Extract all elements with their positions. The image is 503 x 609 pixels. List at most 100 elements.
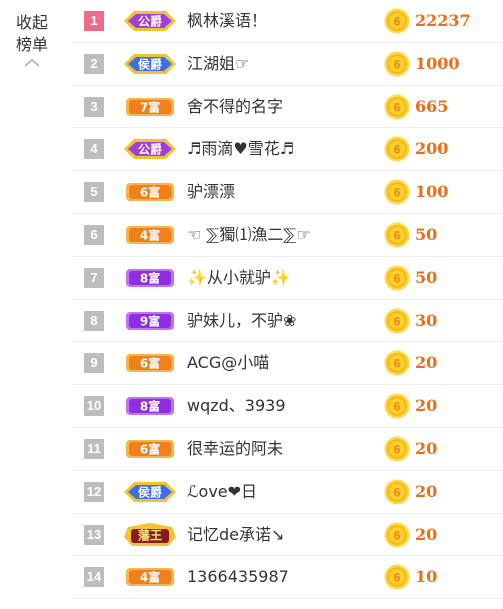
- ranking-row[interactable]: 9 6富 ACG@小喵 6 20: [72, 342, 503, 386]
- badge-text: 6富: [140, 441, 160, 456]
- level-badge: 4富: [122, 565, 178, 589]
- level-badge: 公爵: [122, 9, 178, 33]
- ranking-row[interactable]: 1 公爵 枫林溪语！ 6 22237: [72, 0, 503, 43]
- contribution-amount: 665: [415, 96, 449, 116]
- user-name[interactable]: ♬雨滴♥雪花♬: [187, 128, 294, 170]
- level-badge: 9富: [122, 309, 178, 333]
- svg-text:6: 6: [394, 186, 401, 200]
- ranking-row[interactable]: 6 4富 ☜ ⅀獨⑴漁二⅀☞ 6 50: [72, 214, 503, 257]
- contribution-amount: 20: [415, 438, 438, 458]
- ranking-row[interactable]: 3 7富 舍不得的名字 6 665: [72, 86, 503, 129]
- svg-text:6: 6: [394, 528, 401, 542]
- level-badge: 藩王: [122, 522, 178, 547]
- level-badge: 侯爵: [122, 52, 178, 76]
- badge-text: 侯爵: [138, 484, 162, 499]
- badge-text: 8富: [140, 399, 160, 414]
- coin-icon: 6: [384, 308, 410, 334]
- coin-icon: 6: [384, 479, 410, 505]
- coin-icon: 6: [384, 265, 410, 291]
- user-name[interactable]: 记忆de承诺↘: [187, 514, 284, 556]
- rank-number: 10: [84, 396, 104, 417]
- coin-icon: 6: [384, 350, 410, 376]
- badge-text: 公爵: [138, 14, 162, 29]
- level-badge: 6富: [122, 437, 178, 461]
- svg-text:6: 6: [394, 271, 401, 285]
- coin-icon: 6: [384, 564, 410, 590]
- coin-icon: 6: [384, 51, 410, 77]
- rank-number: 1: [84, 11, 104, 31]
- ranking-row[interactable]: 4 公爵 ♬雨滴♥雪花♬ 6 200: [72, 128, 503, 172]
- svg-text:6: 6: [394, 357, 401, 371]
- level-badge: 6富: [122, 351, 178, 375]
- contribution-amount: 30: [415, 310, 438, 330]
- rank-number: 13: [84, 524, 104, 545]
- user-name[interactable]: 很幸运的阿未: [187, 428, 283, 470]
- svg-text:6: 6: [394, 485, 401, 499]
- svg-text:6: 6: [394, 143, 401, 157]
- ranking-row[interactable]: 13 藩王 记忆de承诺↘ 6 20: [72, 514, 503, 557]
- rank-number: 4: [84, 139, 104, 160]
- user-name[interactable]: 江湖姐☞: [187, 43, 249, 85]
- contribution-amount: 50: [415, 224, 438, 244]
- coin-icon: 6: [384, 222, 410, 248]
- rank-number: 9: [84, 353, 104, 374]
- contribution-amount: 1000: [415, 53, 460, 73]
- user-name[interactable]: ✨从小就驴✨: [187, 257, 291, 299]
- user-name[interactable]: 驴妹儿，不驴❀: [187, 300, 296, 342]
- ranking-row[interactable]: 5 6富 驴漂漂 6 100: [72, 171, 503, 214]
- level-badge: 公爵: [122, 137, 178, 161]
- chevron-up-icon: [24, 58, 40, 67]
- coin-icon: 6: [384, 8, 410, 34]
- user-name[interactable]: 枫林溪语！: [187, 0, 267, 42]
- svg-text:6: 6: [394, 314, 401, 328]
- contribution-amount: 20: [415, 481, 438, 501]
- ranking-row[interactable]: 11 6富 很幸运的阿未 6 20: [72, 428, 503, 471]
- user-name[interactable]: ACG@小喵: [187, 342, 269, 384]
- collapse-ranking-button[interactable]: 收起 榜单: [8, 12, 56, 68]
- badge-text: 侯爵: [138, 56, 162, 71]
- user-name[interactable]: 驴漂漂: [187, 171, 235, 213]
- contribution-amount: 20: [415, 353, 438, 373]
- contribution-amount: 50: [415, 267, 438, 287]
- coin-icon: 6: [384, 522, 410, 548]
- contribution-amount: 22237: [415, 11, 471, 30]
- rank-number: 3: [84, 96, 104, 117]
- level-badge: 6富: [122, 180, 178, 204]
- user-name[interactable]: wqzd、3939: [187, 385, 286, 427]
- rank-number: 5: [84, 182, 104, 203]
- badge-text: 4富: [140, 570, 160, 585]
- svg-text:6: 6: [394, 228, 401, 242]
- badge-text: 6富: [140, 356, 160, 371]
- contribution-amount: 20: [415, 396, 438, 416]
- ranking-row[interactable]: 2 侯爵 江湖姐☞ 6 1000: [72, 43, 503, 86]
- badge-text: 6富: [140, 185, 160, 200]
- svg-text:6: 6: [394, 571, 401, 585]
- level-badge: 8富: [122, 394, 178, 418]
- coin-icon: 6: [384, 136, 410, 162]
- user-name[interactable]: 1366435987: [187, 556, 289, 598]
- rank-number: 7: [84, 267, 104, 288]
- ranking-row[interactable]: 14 4富 1366435987 6 10: [72, 556, 503, 600]
- ranking-row[interactable]: 10 8富 wqzd、3939 6 20: [72, 385, 503, 428]
- ranking-row[interactable]: 7 8富 ✨从小就驴✨ 6 50: [72, 257, 503, 300]
- ranking-list: 1 公爵 枫林溪语！ 6 22237 2 侯爵 江湖姐☞ 6 1000 3 7富…: [72, 0, 503, 600]
- ranking-row[interactable]: 8 9富 驴妹儿，不驴❀ 6 30: [72, 300, 503, 343]
- badge-text: 公爵: [138, 142, 162, 157]
- coin-icon: 6: [384, 94, 410, 120]
- user-name[interactable]: ☜ ⅀獨⑴漁二⅀☞: [187, 214, 311, 256]
- badge-text: 9富: [140, 313, 160, 328]
- contribution-amount: 100: [415, 182, 449, 202]
- svg-text:6: 6: [394, 15, 401, 29]
- level-badge: 4富: [122, 223, 178, 247]
- user-name[interactable]: ℒove❤日: [187, 471, 257, 513]
- ranking-row[interactable]: 12 侯爵 ℒove❤日 6 20: [72, 471, 503, 514]
- rank-number: 6: [84, 224, 104, 245]
- rank-number: 8: [84, 310, 104, 331]
- badge-text: 4富: [140, 227, 160, 242]
- level-badge: 7富: [122, 95, 178, 119]
- badge-text: 7富: [140, 99, 160, 114]
- contribution-amount: 20: [415, 524, 438, 544]
- level-badge: 8富: [122, 266, 178, 290]
- badge-text: 8富: [140, 270, 160, 285]
- user-name[interactable]: 舍不得的名字: [187, 86, 283, 128]
